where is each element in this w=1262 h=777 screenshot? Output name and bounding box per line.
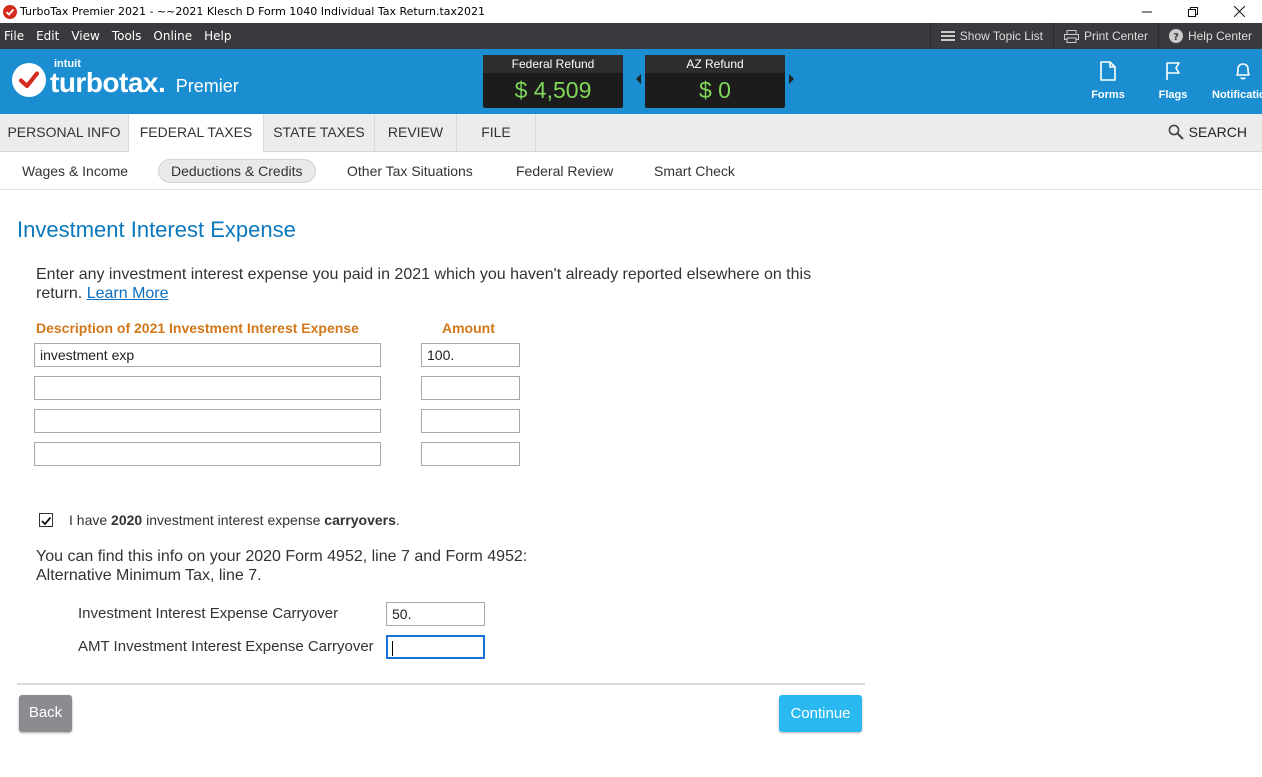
search-label: SEARCH [1188,124,1247,140]
menu-bar: File Edit View Tools Online Help Show To… [0,23,1262,49]
carryover-label-mid: investment interest expense [142,512,325,528]
notifications-button[interactable]: Notifications [1212,61,1262,101]
flag-icon [1166,62,1180,80]
state-refund-label: AZ Refund [645,55,785,73]
close-icon[interactable] [1216,0,1262,23]
print-center-button[interactable]: Print Center [1052,23,1158,49]
svg-text:?: ? [1173,32,1179,43]
help-center-button[interactable]: ? Help Center [1157,23,1262,49]
help-icon: ? [1168,29,1183,43]
amount-input-3[interactable] [421,409,520,433]
federal-refund-amount: $ 4,509 [514,77,592,103]
amount-input-4[interactable] [421,442,520,466]
description-input-3[interactable] [34,409,381,433]
text-cursor [392,640,393,656]
tab-federal-taxes[interactable]: FEDERAL TAXES [129,114,264,153]
logo-intuit: intuit [54,58,81,70]
logo-edition: Premier [175,76,239,96]
menu-view[interactable]: View [66,29,106,43]
print-center-label: Print Center [1083,29,1148,43]
description-input-1[interactable]: investment exp [34,343,381,367]
carryover-amount-input[interactable]: 50. [386,602,485,626]
menu-online[interactable]: Online [148,29,199,43]
window-controls [1124,0,1262,23]
notifications-label: Notifications [1212,89,1262,101]
carryover-checkbox-label[interactable]: I have 2020 investment interest expense … [69,512,400,528]
menu-help[interactable]: Help [199,29,238,43]
refund-next-arrow-icon[interactable] [789,74,794,84]
restore-icon[interactable] [1170,0,1216,23]
flags-label: Flags [1158,89,1188,101]
list-icon [940,31,955,41]
search-icon [1168,124,1184,140]
tab-file[interactable]: FILE [457,114,536,152]
carryover-label-bold: carryovers [324,512,396,528]
description-column-header: Description of 2021 Investment Interest … [36,320,359,336]
menu-edit[interactable]: Edit [31,29,66,43]
document-icon [1100,61,1116,81]
title-bar: TurboTax Premier 2021 - ~~2021 Klesch D … [0,0,1262,23]
subnav-smart-check[interactable]: Smart Check [654,159,735,183]
show-topic-list-label: Show Topic List [959,29,1043,43]
footer-divider [17,683,865,685]
printer-icon [1063,29,1079,43]
subnav-federal-review[interactable]: Federal Review [516,159,613,183]
checkmark-icon [41,516,52,526]
state-refund-meter[interactable]: AZ Refund $ 0 [645,55,785,108]
federal-refund-meter[interactable]: Federal Refund $ 4,509 [483,55,623,108]
federal-refund-label: Federal Refund [483,55,623,73]
forms-label: Forms [1091,89,1125,101]
learn-more-link[interactable]: Learn More [87,285,169,302]
carryover-label-year: 2020 [111,512,143,528]
minimize-icon[interactable] [1124,0,1170,23]
menu-file[interactable]: File [0,29,31,43]
show-topic-list-button[interactable]: Show Topic List [929,23,1053,49]
brand-header: intuit turbotax. Premier [0,49,1262,114]
amt-carryover-amount-label: AMT Investment Interest Expense Carryove… [78,638,374,655]
turbotax-logo: intuit turbotax. Premier [12,58,239,99]
tab-state-taxes[interactable]: STATE TAXES [264,114,375,152]
menu-tools[interactable]: Tools [107,29,149,43]
help-center-label: Help Center [1187,29,1252,43]
continue-button[interactable]: Continue [779,695,862,732]
carryover-checkbox[interactable] [39,513,53,527]
main-tabs: PERSONAL INFO FEDERAL TAXES STATE TAXES … [0,114,1262,153]
carryover-info-text: You can find this info on your 2020 Form… [36,548,528,584]
amount-input-2[interactable] [421,376,520,400]
state-refund-amount: $ 0 [699,77,731,103]
carryover-label-pre: I have [69,512,112,528]
tab-review[interactable]: REVIEW [375,114,457,152]
description-input-4[interactable] [34,442,381,466]
logo-check-icon [12,63,46,97]
amt-carryover-amount-input[interactable] [386,635,485,659]
carryover-amount-label: Investment Interest Expense Carryover [78,605,339,622]
page-title: Investment Interest Expense [17,217,296,242]
turbotax-check-icon [3,4,17,19]
amount-column-header: Amount [442,320,495,336]
search-button[interactable]: SEARCH [1168,124,1247,140]
forms-button[interactable]: Forms [1078,61,1138,101]
window-title: TurboTax Premier 2021 - ~~2021 Klesch D … [20,5,486,18]
subnav-deductions-credits[interactable]: Deductions & Credits [158,159,316,183]
refund-prev-arrow-icon[interactable] [636,74,641,84]
tab-personal-info[interactable]: PERSONAL INFO [0,114,129,152]
amount-input-1[interactable]: 100. [421,343,520,367]
description-input-2[interactable] [34,376,381,400]
sub-navigation: Wages & Income Deductions & Credits Othe… [0,152,1262,190]
subnav-other-tax-situations[interactable]: Other Tax Situations [347,159,473,183]
intro-text: Enter any investment interest expense yo… [36,265,856,303]
carryover-label-post: . [395,512,400,528]
subnav-wages-income[interactable]: Wages & Income [22,159,128,183]
back-button[interactable]: Back [19,695,72,732]
logo-turbotax: turbotax. [50,67,166,98]
flags-button[interactable]: Flags [1143,61,1203,101]
bell-icon [1236,63,1250,80]
